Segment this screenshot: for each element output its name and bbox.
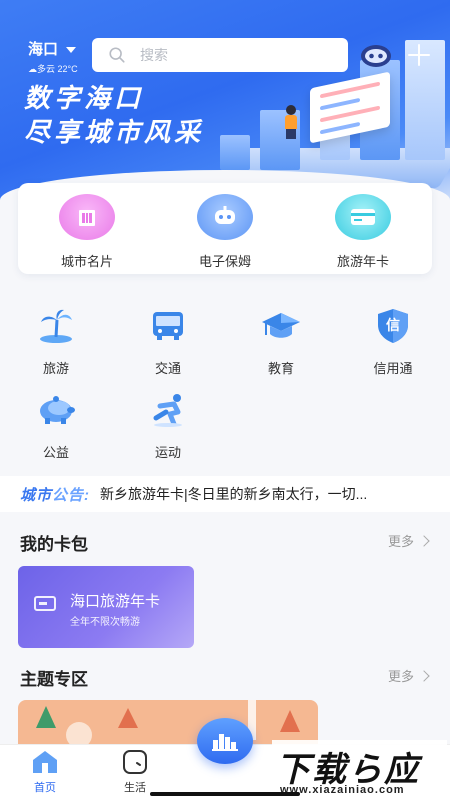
building-icon: [59, 194, 115, 240]
notice-tag: 城市公告:: [20, 486, 91, 504]
tab-label: 首页: [34, 782, 56, 794]
slogan-line-1: 数字海口: [24, 83, 145, 113]
chevron-right-icon: [418, 534, 430, 547]
service-charity[interactable]: 公益: [0, 390, 112, 461]
featured-item-robot-nanny[interactable]: 电子保姆: [156, 183, 294, 274]
service-label: 信用通: [373, 361, 413, 376]
tab-label: 生活: [124, 782, 146, 794]
card-icon: [34, 596, 56, 611]
service-label: 教育: [267, 361, 294, 376]
service-label: 运动: [154, 445, 181, 460]
search-icon: [109, 47, 125, 63]
tab-life[interactable]: 生活: [105, 749, 165, 795]
topics-title: 主题专区: [20, 670, 88, 689]
featured-label: 旅游年卡: [336, 254, 389, 269]
service-label: 公益: [42, 445, 69, 460]
hero-banner: 海口 ☁多云 22°C 搜索 数字海口 尽享城市风采: [0, 0, 450, 210]
featured-item-city-card[interactable]: 城市名片: [18, 183, 156, 274]
life-icon: [123, 750, 147, 774]
search-placeholder[interactable]: 搜索: [140, 45, 168, 65]
robot-icon: [197, 194, 253, 240]
featured-label: 城市名片: [60, 254, 113, 269]
watermark-logo: 下载ら应用 www.xiazainiao.com: [272, 740, 447, 798]
card-icon: [335, 194, 391, 240]
person-figure-icon: [285, 105, 297, 139]
service-label: 交通: [154, 361, 181, 376]
slogan-line-2: 尽享城市风采: [24, 117, 205, 147]
app-root: 海口 ☁多云 22°C 搜索 数字海口 尽享城市风采 城市名片 电子保姆 旅游年…: [0, 0, 450, 800]
service-tourism[interactable]: 旅游: [0, 306, 112, 377]
graduation-cap-icon: [259, 306, 303, 346]
service-transport[interactable]: 交通: [112, 306, 224, 377]
city-notice-bar[interactable]: 城市公告: 新乡旅游年卡|冬日里的新乡南太行，一切...: [0, 476, 450, 512]
service-credit[interactable]: 信 信用通: [337, 306, 449, 377]
home-icon: [33, 751, 57, 773]
service-education[interactable]: 教育: [225, 306, 337, 377]
weather-info: ☁多云 22°C: [28, 64, 78, 74]
travel-card-item[interactable]: 海口旅游年卡 全年不限次畅游: [18, 566, 194, 648]
credit-shield-icon: 信: [371, 306, 415, 346]
service-sports[interactable]: 运动: [112, 390, 224, 461]
featured-label: 电子保姆: [198, 254, 251, 269]
piggy-bank-icon: [34, 390, 78, 430]
search-bar[interactable]: 搜索: [92, 38, 348, 72]
wallet-more-link[interactable]: 更多: [388, 531, 430, 550]
featured-services: 城市名片 电子保姆 旅游年卡: [18, 183, 432, 274]
featured-item-travel-card[interactable]: 旅游年卡: [294, 183, 432, 274]
city-skyline-icon: [212, 734, 238, 751]
location-selector[interactable]: 海口 ☁多云 22°C: [28, 38, 78, 75]
palm-tree-icon: [34, 306, 78, 346]
bus-icon: [146, 306, 190, 346]
chevron-right-icon: [418, 669, 430, 682]
tab-home[interactable]: 首页: [15, 749, 75, 795]
center-action-button[interactable]: [197, 718, 253, 764]
wallet-title: 我的卡包: [20, 535, 88, 554]
runner-icon: [146, 390, 190, 430]
add-icon[interactable]: [406, 42, 432, 68]
card-subtitle: 全年不限次畅游: [70, 617, 140, 628]
credit-glyph: 信: [386, 317, 400, 333]
caret-down-icon[interactable]: [66, 46, 77, 53]
card-title: 海口旅游年卡: [70, 593, 161, 610]
home-indicator: [150, 792, 300, 796]
notice-text[interactable]: 新乡旅游年卡|冬日里的新乡南太行，一切...: [100, 484, 430, 504]
city-name[interactable]: 海口: [28, 38, 58, 59]
service-label: 旅游: [42, 361, 69, 376]
assistant-robot-icon[interactable]: [360, 44, 392, 68]
topics-more-link[interactable]: 更多: [388, 666, 430, 685]
